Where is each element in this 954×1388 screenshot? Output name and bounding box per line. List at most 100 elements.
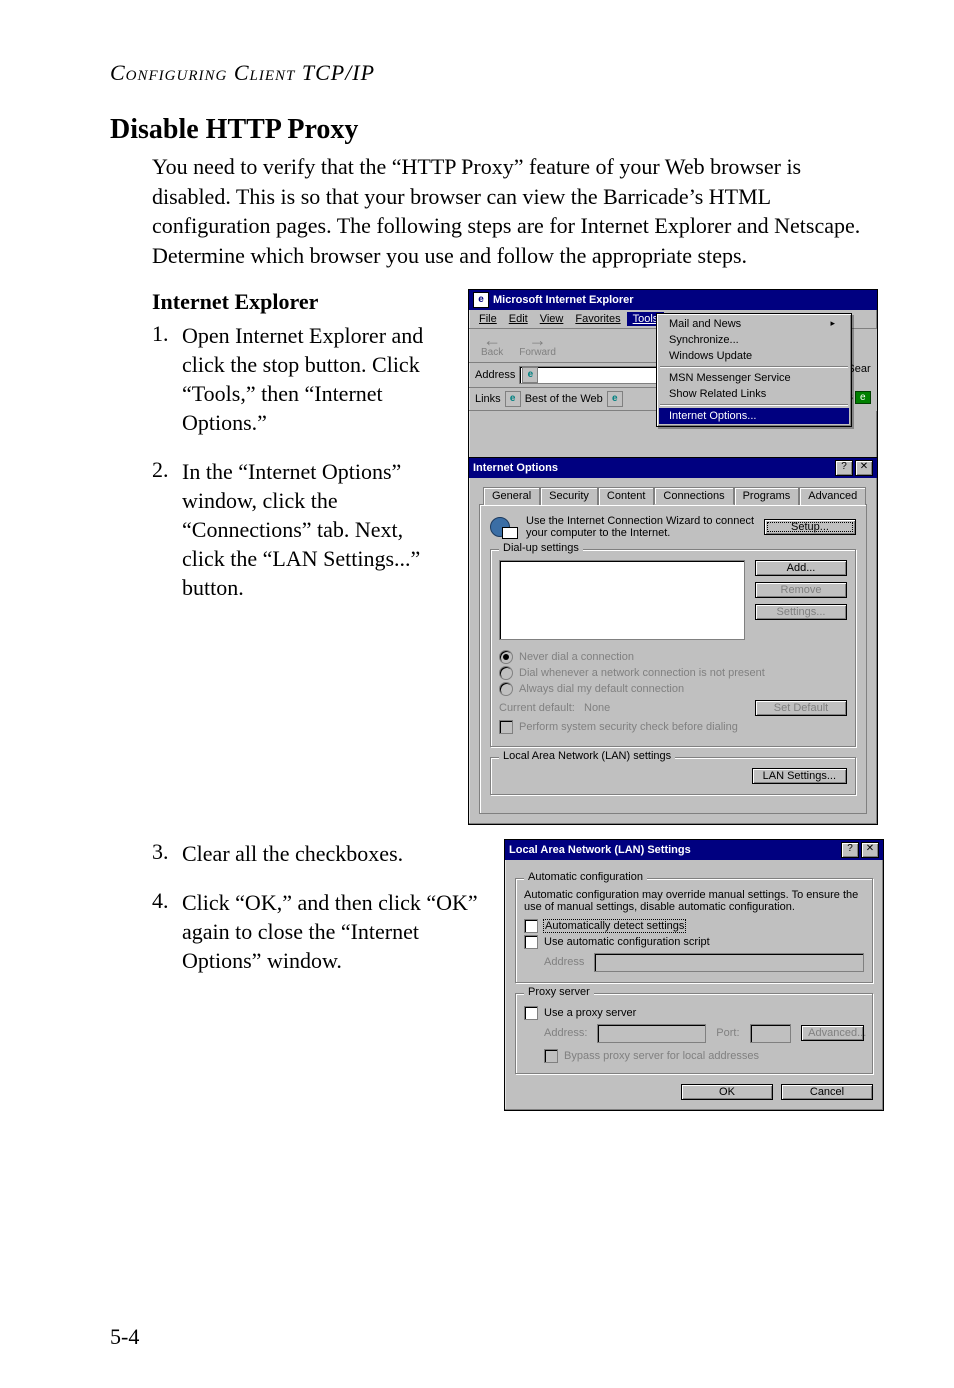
menu-separator	[660, 404, 848, 406]
step-text: Click “OK,” and then click “OK” again to…	[182, 888, 486, 975]
check-auto-detect[interactable]: Automatically detect settings	[524, 919, 864, 933]
forward-button[interactable]: → Forward	[513, 333, 562, 358]
ie-titlebar[interactable]: e Microsoft Internet Explorer	[469, 290, 877, 310]
lan-legend: Local Area Network (LAN) settings	[499, 750, 675, 762]
radio-dial-whenever[interactable]: Dial whenever a network connection is no…	[499, 666, 847, 680]
dialog-title: Internet Options	[473, 462, 831, 474]
menu-windows-update[interactable]: Windows Update	[659, 348, 849, 364]
remove-button[interactable]: Remove	[755, 582, 847, 598]
menu-favorites[interactable]: Favorites	[569, 312, 626, 326]
auto-config-note: Automatic configuration may override man…	[524, 889, 864, 913]
radio-dot-icon	[499, 682, 513, 696]
proxy-legend: Proxy server	[524, 986, 594, 998]
tab-security[interactable]: Security	[540, 487, 598, 505]
setup-button[interactable]: Setup...	[764, 519, 856, 535]
advanced-button[interactable]: Advanced...	[801, 1025, 864, 1041]
radio-dot-icon	[499, 666, 513, 680]
page-number: 5-4	[110, 1324, 139, 1350]
lan-settings-button[interactable]: LAN Settings...	[752, 768, 847, 784]
lan-group: Local Area Network (LAN) settings LAN Se…	[490, 757, 856, 795]
dialup-legend: Dial-up settings	[499, 542, 583, 554]
menu-edit[interactable]: Edit	[503, 312, 534, 326]
script-address-label: Address	[544, 956, 584, 968]
internet-options-dialog: Internet Options ? ✕ General Security Co…	[468, 457, 878, 825]
menu-internet-options[interactable]: Internet Options...	[659, 408, 849, 424]
step-number: 4.	[152, 888, 182, 975]
dialup-group: Dial-up settings Add... Remove Settings.…	[490, 549, 856, 747]
radio-always-dial[interactable]: Always dial my default connection	[499, 682, 847, 696]
close-button[interactable]: ✕	[855, 460, 873, 476]
section-title: Disable HTTP Proxy	[110, 114, 884, 146]
menu-mail-and-news[interactable]: Mail and News ▸	[659, 316, 849, 332]
step-4: 4. Click “OK,” and then click “OK” again…	[152, 888, 486, 975]
help-button[interactable]: ?	[841, 842, 859, 858]
auto-config-group: Automatic configuration Automatic config…	[515, 878, 873, 983]
help-button[interactable]: ?	[835, 460, 853, 476]
radio-never-dial[interactable]: Never dial a connection	[499, 650, 847, 664]
links-item-best[interactable]: Best of the Web	[525, 393, 603, 405]
intro-paragraph: You need to verify that the “HTTP Proxy”…	[152, 152, 884, 271]
links-label: Links	[475, 393, 501, 405]
proxy-group: Proxy server Use a proxy server Address:…	[515, 993, 873, 1074]
ie-title: Microsoft Internet Explorer	[493, 294, 873, 306]
step-number: 1.	[152, 321, 182, 437]
current-default-row: Current default: None	[499, 702, 610, 714]
connection-wizard-icon	[490, 515, 518, 539]
ie-icon: e	[473, 292, 489, 308]
wizard-text: Use the Internet Connection Wizard to co…	[526, 515, 756, 539]
dialog-titlebar[interactable]: Local Area Network (LAN) Settings ? ✕	[505, 840, 883, 860]
checkbox-icon	[499, 720, 513, 734]
check-perform-security[interactable]: Perform system security check before dia…	[499, 720, 847, 734]
cancel-button[interactable]: Cancel	[781, 1084, 873, 1100]
check-bypass-local[interactable]: Bypass proxy server for local addresses	[544, 1049, 864, 1063]
steps-lower: 3. Clear all the checkboxes. 4. Click “O…	[152, 839, 486, 975]
back-button[interactable]: ← Back	[475, 333, 509, 358]
add-button[interactable]: Add...	[755, 560, 847, 576]
checkbox-icon	[544, 1049, 558, 1063]
tab-page-connections: Use the Internet Connection Wizard to co…	[479, 504, 867, 814]
dialog-title: Local Area Network (LAN) Settings	[509, 844, 837, 856]
auto-config-legend: Automatic configuration	[524, 871, 647, 883]
radio-dot-icon	[499, 650, 513, 664]
proxy-address-field[interactable]	[597, 1024, 706, 1043]
step-text: Clear all the checkboxes.	[182, 839, 486, 868]
step-1: 1. Open Internet Explorer and click the …	[152, 321, 450, 437]
subhead-ie: Internet Explorer	[152, 289, 450, 315]
step-number: 2.	[152, 457, 182, 602]
check-use-proxy[interactable]: Use a proxy server	[524, 1006, 864, 1020]
ie-go-icon: e	[855, 391, 871, 404]
tabs: General Security Content Connections Pro…	[483, 486, 867, 504]
menu-view[interactable]: View	[534, 312, 570, 326]
tools-menu-popup: Mail and News ▸ Synchronize... Windows U…	[656, 313, 852, 427]
dialup-listbox[interactable]	[499, 560, 745, 640]
proxy-port-label: Port:	[716, 1027, 739, 1039]
tab-content[interactable]: Content	[598, 487, 655, 505]
back-label: Back	[481, 347, 503, 358]
set-default-button[interactable]: Set Default	[755, 700, 847, 716]
tab-general[interactable]: General	[483, 487, 540, 505]
step-text: Open Internet Explorer and click the sto…	[182, 321, 450, 437]
dialup-settings-button[interactable]: Settings...	[755, 604, 847, 620]
check-auto-script[interactable]: Use automatic configuration script	[524, 935, 864, 949]
menu-synchronize[interactable]: Synchronize...	[659, 332, 849, 348]
script-address-field[interactable]	[594, 953, 864, 972]
menu-msn-messenger[interactable]: MSN Messenger Service	[659, 370, 849, 386]
checkbox-icon	[524, 935, 538, 949]
tab-advanced[interactable]: Advanced	[799, 487, 866, 505]
arrow-right-icon: →	[529, 333, 547, 347]
step-text: In the “Internet Options” window, click …	[182, 457, 450, 602]
arrow-left-icon: ←	[483, 333, 501, 347]
proxy-port-field[interactable]	[750, 1024, 792, 1043]
tab-connections[interactable]: Connections	[654, 487, 733, 505]
ok-button[interactable]: OK	[681, 1084, 773, 1100]
dialog-titlebar[interactable]: Internet Options ? ✕	[469, 458, 877, 478]
lan-settings-dialog: Local Area Network (LAN) Settings ? ✕ Au…	[504, 839, 884, 1111]
step-2: 2. In the “Internet Options” window, cli…	[152, 457, 450, 602]
menu-separator	[660, 366, 848, 368]
menu-show-related[interactable]: Show Related Links	[659, 386, 849, 402]
close-button[interactable]: ✕	[861, 842, 879, 858]
tab-programs[interactable]: Programs	[734, 487, 800, 505]
address-label: Address	[475, 369, 515, 381]
menu-file[interactable]: File	[473, 312, 503, 326]
running-head: Configuring Client TCP/IP	[110, 60, 884, 86]
